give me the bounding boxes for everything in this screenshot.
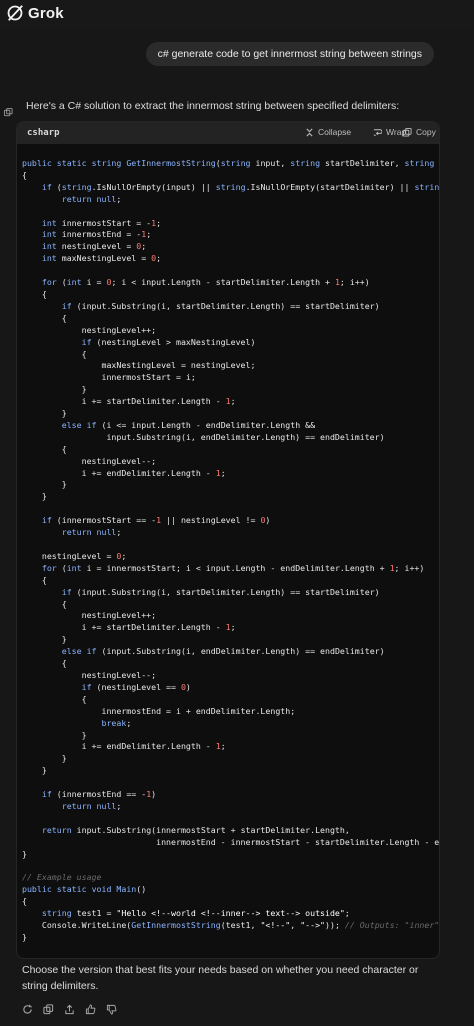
assistant-outro: Choose the version that best fits your n… — [22, 964, 419, 992]
grok-logo[interactable]: Grok — [6, 4, 64, 22]
collapse-button[interactable]: Collapse — [305, 127, 351, 137]
thumbs-up-icon — [85, 1004, 96, 1015]
grok-logo-icon — [7, 5, 23, 21]
regenerate-button[interactable] — [22, 1002, 33, 1014]
message-actions — [22, 1002, 117, 1015]
assistant-intro: Here's a C# solution to extract the inne… — [26, 100, 400, 112]
copy-button[interactable]: Copy — [403, 127, 436, 137]
regenerate-icon — [23, 1004, 32, 1014]
app-name: Grok — [28, 4, 64, 22]
copy-message-button[interactable] — [43, 1002, 54, 1015]
collapse-icon — [306, 128, 313, 136]
copy-icon — [403, 127, 412, 137]
top-bar: Grok — [0, 0, 474, 28]
collapse-label: Collapse — [318, 127, 352, 137]
thumbs-down-button[interactable] — [106, 1002, 117, 1015]
code-content[interactable]: public static string GetInnermostString(… — [22, 158, 439, 944]
wrap-icon — [373, 128, 382, 136]
thumbs-up-button[interactable] — [85, 1002, 96, 1015]
copy-link-icon[interactable] — [4, 108, 13, 117]
user-message: c# generate code to get innermost string… — [145, 42, 434, 66]
copy-icon — [43, 1004, 54, 1015]
code-block: csharp Collapse Wrap Copy public static … — [16, 121, 440, 959]
code-language: csharp — [27, 128, 60, 138]
share-icon — [65, 1004, 74, 1015]
thumbs-down-icon — [106, 1004, 117, 1015]
copy-label: Copy — [416, 127, 436, 137]
code-block-header: csharp Collapse Wrap Copy — [17, 122, 439, 144]
wrap-button[interactable]: Wrap — [373, 127, 406, 137]
share-button[interactable] — [64, 1002, 75, 1015]
